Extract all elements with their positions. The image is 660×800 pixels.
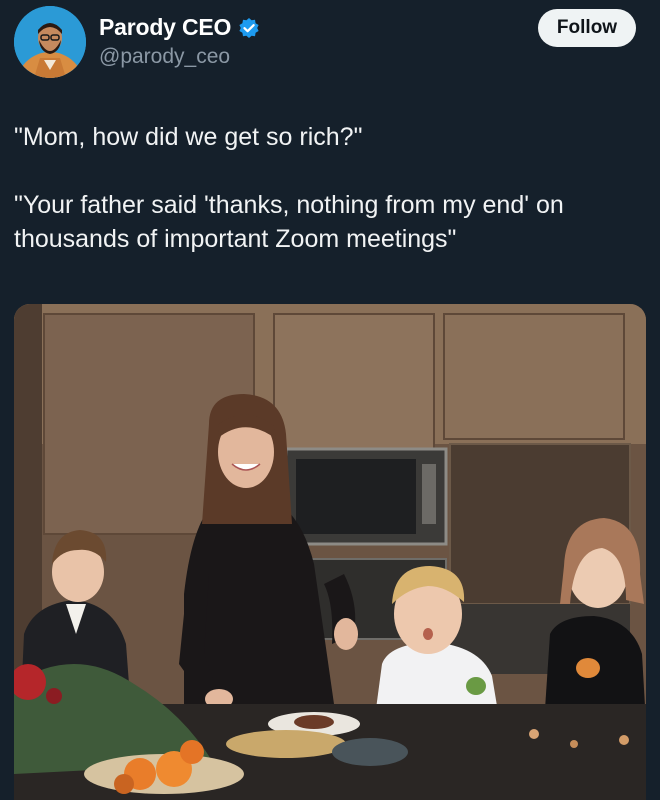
bearded-man-avatar-icon[interactable] — [14, 6, 86, 78]
tweet-line-3: thousands of important Zoom meetings" — [14, 225, 457, 253]
display-name-row: Parody CEO — [99, 14, 260, 41]
author-names: Parody CEO @parody_ceo — [99, 14, 260, 69]
tweet-card: Parody CEO @parody_ceo Follow "Mom, how … — [0, 0, 660, 800]
author-handle[interactable]: @parody_ceo — [99, 45, 260, 69]
follow-button[interactable]: Follow — [538, 9, 636, 47]
display-name[interactable]: Parody CEO — [99, 14, 231, 41]
tweet-line-1: "Mom, how did we get so rich?" — [14, 123, 363, 151]
tweet-photo[interactable] — [14, 304, 646, 800]
tweet-header: Parody CEO @parody_ceo Follow — [14, 6, 636, 82]
tweet-text: "Mom, how did we get so rich?" "Your fat… — [14, 120, 640, 256]
verified-badge-icon — [238, 17, 260, 39]
tweet-line-2: "Your father said 'thanks, nothing from … — [14, 191, 564, 219]
family-kitchen-photo — [14, 304, 646, 800]
